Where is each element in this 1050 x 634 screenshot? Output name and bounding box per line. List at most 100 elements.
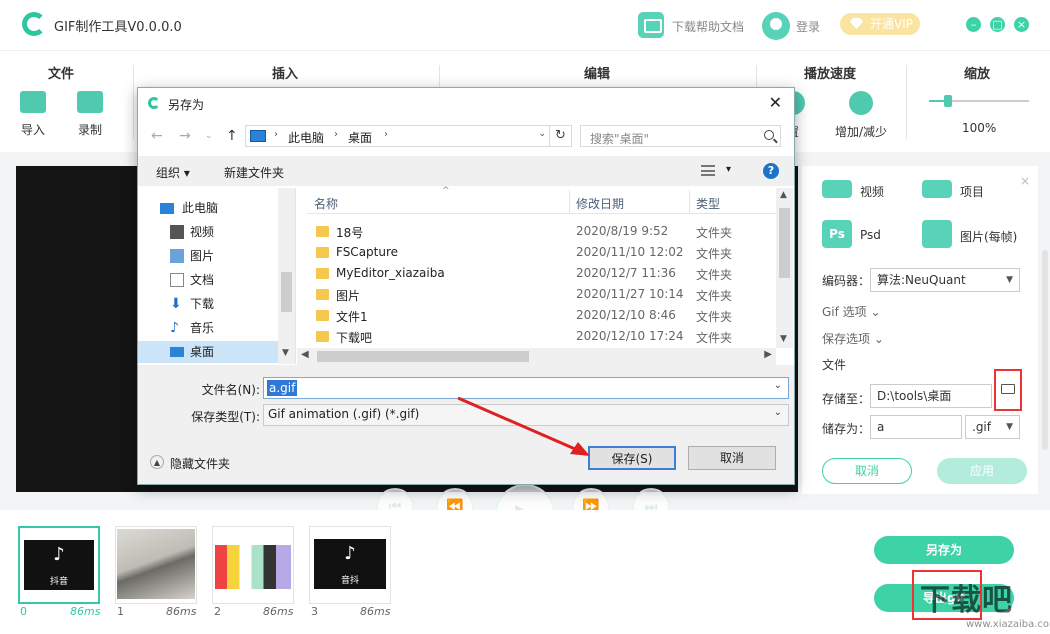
- breadcrumb-this-pc[interactable]: 此电脑: [288, 129, 324, 146]
- encoder-select[interactable]: 算法:NeuQuant ▼: [870, 268, 1020, 292]
- format-video[interactable]: 视频: [860, 183, 884, 200]
- save-as-label: 储存为：: [822, 422, 871, 436]
- login-link[interactable]: 登录: [796, 18, 820, 35]
- dialog-command-bar: 组织 ▾ 新建文件夹 ▾: [138, 156, 794, 186]
- tree-item-this-pc[interactable]: 此电脑: [138, 197, 278, 219]
- frame-thumbnail-2[interactable]: [212, 526, 294, 604]
- file-list-header: 名称 ^ 修改日期 类型: [307, 186, 776, 214]
- open-folder-icon: [1001, 384, 1015, 394]
- help-icon[interactable]: ?: [763, 163, 779, 179]
- video-format-icon[interactable]: [822, 180, 852, 198]
- save-options-toggle[interactable]: 保存选项 ⌄: [822, 330, 884, 347]
- vip-button[interactable]: 开通VIP: [840, 13, 920, 35]
- file-row[interactable]: 图片 2020/11/27 10:14 文件夹: [314, 285, 776, 306]
- vertical-scrollbar-thumb[interactable]: [779, 208, 790, 278]
- filetype-select[interactable]: Gif animation (.gif) (*.gif) ⌄: [263, 404, 789, 426]
- format-project[interactable]: 项目: [960, 183, 984, 200]
- tree-item-desktop[interactable]: 桌面: [138, 341, 278, 363]
- extension-select[interactable]: .gif ▼: [965, 415, 1020, 439]
- download-help-link[interactable]: 下载帮助文档: [672, 18, 744, 35]
- tiktok-logo-icon: ♪: [344, 543, 356, 564]
- file-row[interactable]: 18号 2020/8/19 9:52 文件夹: [314, 222, 776, 243]
- chevron-down-icon[interactable]: ⌄: [774, 380, 782, 391]
- gif-options-toggle[interactable]: Gif 选项 ⌄: [822, 303, 881, 320]
- address-bar[interactable]: › 此电脑 › 桌面 › ⌄ ↻: [245, 125, 572, 147]
- tree-item-documents[interactable]: 文档: [138, 269, 278, 291]
- column-date[interactable]: 修改日期: [576, 195, 624, 212]
- tree-item-pictures[interactable]: 图片: [138, 245, 278, 267]
- up-arrow-icon[interactable]: ↑: [226, 128, 238, 144]
- computer-icon: [250, 130, 266, 142]
- zoom-slider-thumb[interactable]: [944, 95, 952, 107]
- save-as-button[interactable]: 另存为: [874, 536, 1014, 564]
- panel-scrollbar[interactable]: [1042, 250, 1048, 450]
- record-button[interactable]: 录制: [70, 91, 110, 138]
- frame-thumbnail-1[interactable]: [115, 526, 197, 604]
- folder-icon: [316, 310, 329, 321]
- speed-adjust-button[interactable]: 增加/减少: [830, 91, 892, 140]
- file-section-label: 文件: [822, 358, 847, 372]
- save-path-field[interactable]: D:\tools\桌面: [870, 384, 992, 408]
- import-button[interactable]: 导入: [13, 91, 53, 138]
- navigation-tree: 此电脑 视频 图片 文档 ⬇ 下载 ♪ 音乐 桌面: [138, 188, 296, 364]
- dialog-cancel-button[interactable]: 取消: [688, 446, 776, 470]
- panel-close-icon[interactable]: ×: [1020, 174, 1030, 188]
- zoom-slider-fill: [929, 100, 944, 102]
- scroll-left-arrow-icon[interactable]: ◀: [301, 349, 309, 360]
- user-avatar-icon[interactable]: [762, 12, 790, 40]
- panel-apply-button[interactable]: 应用: [937, 458, 1027, 484]
- file-row[interactable]: 文件1 2020/12/10 8:46 文件夹: [314, 306, 776, 327]
- organize-menu[interactable]: 组织 ▾: [156, 164, 190, 181]
- refresh-icon[interactable]: ↻: [549, 126, 571, 146]
- dialog-save-button[interactable]: 保存(S): [588, 446, 676, 470]
- scroll-down-arrow-icon[interactable]: ▼: [282, 348, 289, 358]
- scroll-up-arrow-icon[interactable]: ▲: [780, 190, 787, 200]
- scroll-right-arrow-icon[interactable]: ▶: [764, 349, 772, 360]
- dialog-close-button[interactable]: ✕: [769, 93, 782, 112]
- recent-locations-icon[interactable]: ⌄: [205, 131, 213, 141]
- scroll-down-arrow-icon[interactable]: ▼: [780, 334, 787, 344]
- tree-item-music[interactable]: ♪ 音乐: [138, 317, 278, 339]
- format-images-per-frame[interactable]: 图片(每帧): [960, 228, 1017, 245]
- close-app-button[interactable]: ×: [1014, 17, 1029, 32]
- diamond-icon: [850, 18, 863, 29]
- breadcrumb-desktop[interactable]: 桌面: [348, 129, 372, 146]
- tree-item-downloads[interactable]: ⬇ 下载: [138, 293, 278, 315]
- view-options-icon[interactable]: [701, 165, 715, 176]
- file-row[interactable]: FSCapture 2020/11/10 12:02 文件夹: [314, 243, 776, 264]
- file-row[interactable]: MyEditor_xiazaiba 2020/12/7 11:36 文件夹: [314, 264, 776, 285]
- view-options-dropdown[interactable]: ▾: [726, 164, 731, 175]
- file-list-vertical-scrollbar[interactable]: ▲ ▼: [776, 188, 793, 348]
- folder-icon: [316, 268, 329, 279]
- frame-thumbnail-3[interactable]: ♪ 音抖: [309, 526, 391, 604]
- tree-item-videos[interactable]: 视频: [138, 221, 278, 243]
- format-psd[interactable]: Psd: [860, 228, 881, 242]
- search-input[interactable]: 搜索"桌面": [580, 125, 781, 147]
- psd-format-icon[interactable]: Ps: [822, 220, 852, 248]
- project-format-icon[interactable]: [922, 180, 952, 198]
- tree-scrollbar-thumb[interactable]: [281, 272, 292, 312]
- tree-scrollbar[interactable]: ▼: [278, 188, 295, 364]
- frame-thumbnail-0[interactable]: ♪ 抖音: [18, 526, 100, 604]
- forward-arrow-icon[interactable]: →: [179, 128, 191, 144]
- browse-folder-button[interactable]: [994, 369, 1022, 411]
- help-doc-icon[interactable]: [638, 12, 664, 38]
- horizontal-scrollbar-thumb[interactable]: [317, 351, 529, 362]
- zoom-value: 100%: [962, 121, 997, 135]
- column-name[interactable]: 名称: [314, 195, 338, 212]
- chevron-down-icon[interactable]: ⌄: [538, 129, 546, 139]
- frame-duration-3: 86ms: [360, 605, 391, 618]
- save-name-field[interactable]: a: [870, 415, 962, 439]
- maximize-button[interactable]: □: [990, 17, 1005, 32]
- file-list-horizontal-scrollbar[interactable]: ◀ ▶: [297, 348, 776, 365]
- frame-index-2: 2: [214, 605, 221, 618]
- panel-cancel-button[interactable]: 取消: [822, 458, 912, 484]
- back-arrow-icon[interactable]: ←: [151, 128, 163, 144]
- layers-icon[interactable]: [922, 220, 952, 248]
- file-row[interactable]: 下载吧 2020/12/10 17:24 文件夹: [314, 327, 776, 348]
- column-type[interactable]: 类型: [696, 195, 720, 212]
- minimize-button[interactable]: –: [966, 17, 981, 32]
- new-folder-button[interactable]: 新建文件夹: [224, 164, 284, 181]
- document-icon: [170, 273, 184, 287]
- filename-input[interactable]: a.gif ⌄: [263, 377, 789, 399]
